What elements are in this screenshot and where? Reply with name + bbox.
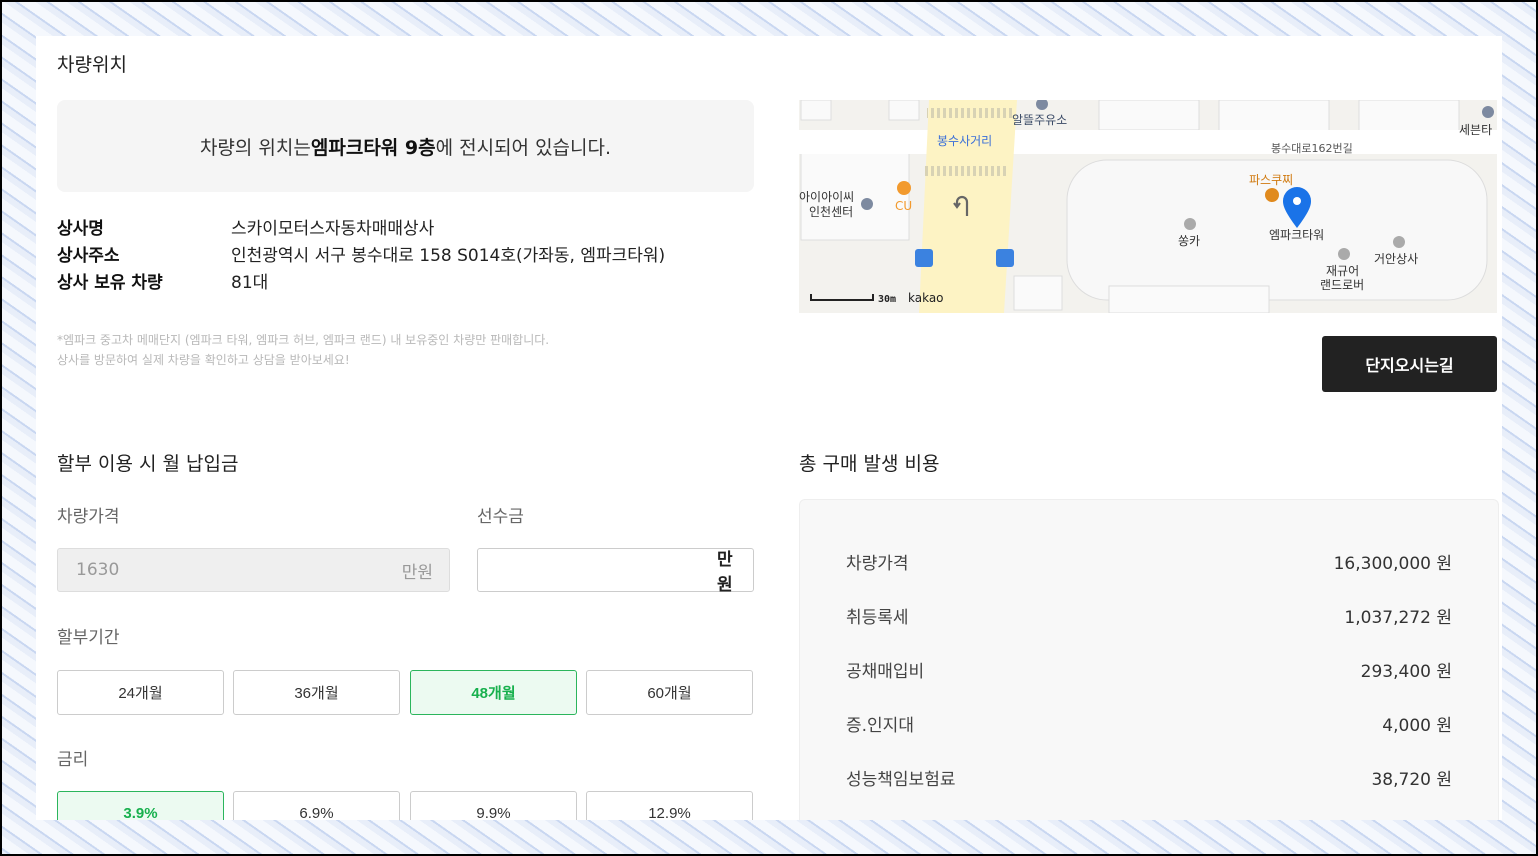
notice-location: 엠파크타워 9층: [310, 136, 436, 159]
cost-label: 공채매입비: [846, 662, 925, 682]
map-label-sebenta: 세븐타: [1459, 123, 1492, 137]
location-title: 차량위치: [57, 54, 127, 76]
location-notice: 차량의 위치는 엠파크타워 9층 에 전시되어 있습니다.: [57, 100, 754, 192]
kakao-logo: kakao: [908, 291, 944, 305]
map-label-empark: 엠파크타워: [1269, 228, 1324, 242]
map-label-gas: 알뜰주유소: [1012, 113, 1067, 127]
map-label-cu: CU: [895, 199, 912, 213]
map-road: [799, 130, 1497, 154]
pin-center: [1293, 197, 1301, 205]
cost-row-price: 차량가격 16,300,000 원: [846, 549, 1452, 574]
price-field: 만원: [57, 548, 450, 592]
poi-icon[interactable]: [1338, 248, 1350, 260]
period-option-60[interactable]: 60개월: [586, 670, 753, 715]
period-option-24[interactable]: 24개월: [57, 670, 224, 715]
map-label-center: 인천센터: [809, 204, 853, 219]
notice-prefix: 차량의 위치는: [199, 136, 311, 159]
total-cost-box: 차량가격 16,300,000 원 취등록세 1,037,272 원 공채매입비…: [799, 499, 1499, 820]
price-label: 차량가격: [57, 507, 120, 527]
rate-option-9-9[interactable]: 9.9%: [410, 791, 577, 820]
dealer-stock-label: 상사 보유 차량: [57, 273, 163, 293]
map-block: [1098, 100, 1200, 131]
cost-value: 293,400 원: [1360, 662, 1452, 682]
poi-icon[interactable]: [1184, 218, 1196, 230]
map-canvas[interactable]: 알뜰주유소 봉수사거리 봉수대로162번길 세븐타 아이아이씨 인천센터 CU …: [799, 100, 1497, 313]
fine-print-line: *엠파크 중고차 메매단지 (엠파크 타워, 엠파크 허브, 엠파크 랜드) 내…: [57, 333, 550, 347]
map-label-iisi: 아이아이씨: [799, 190, 854, 204]
poi-icon[interactable]: [1393, 236, 1405, 248]
period-option-36[interactable]: 36개월: [233, 670, 400, 715]
cost-value: 38,720 원: [1371, 770, 1452, 790]
map-block: [800, 100, 832, 121]
map-block: [1218, 100, 1330, 133]
poi-icon[interactable]: [1482, 106, 1494, 118]
map-label-landrover: 랜드로버: [1320, 278, 1364, 292]
down-payment-field[interactable]: 만원: [477, 548, 754, 595]
cost-row-bond: 공채매입비 293,400 원: [846, 657, 1452, 682]
dealer-address-value: 인천광역시 서구 봉수대로 158 S014호(가좌동, 엠파크타워): [231, 246, 666, 266]
dealer-address-label: 상사주소: [57, 246, 120, 266]
cost-label: 차량가격: [846, 554, 909, 574]
bus-stop-icon[interactable]: [915, 249, 933, 267]
period-option-48[interactable]: 48개월: [410, 670, 577, 715]
cost-label: 취등록세: [846, 608, 909, 628]
map-label-jaeguar: 재규어: [1326, 264, 1359, 278]
map-label-geoan: 거안상사: [1374, 252, 1418, 266]
down-payment-input[interactable]: [494, 559, 717, 581]
cost-label: 성능책임보험료: [846, 770, 956, 790]
map-block: [1013, 275, 1063, 311]
dealer-name-row: 상사명 스카이모터스자동차매매상사: [57, 216, 665, 243]
map-label-ssongka: 쏭카: [1178, 234, 1200, 248]
directions-button[interactable]: 단지오시는길: [1322, 336, 1497, 392]
map-label-road: 봉수대로162번길: [1271, 142, 1353, 155]
installment-title: 할부 이용 시 월 납입금: [57, 453, 239, 475]
dealer-stock-value: 81대: [231, 273, 269, 293]
cost-label: 증.인지대: [846, 716, 914, 736]
dealer-info: 상사명 스카이모터스자동차매매상사 상사주소 인천광역시 서구 봉수대로 158…: [57, 216, 665, 297]
dealer-address-row: 상사주소 인천광역시 서구 봉수대로 158 S014호(가좌동, 엠파크타워): [57, 243, 665, 270]
down-payment-unit: 만원: [717, 550, 733, 595]
dealer-stock-row: 상사 보유 차량 81대: [57, 270, 665, 297]
down-payment-label: 선수금: [477, 507, 524, 527]
fine-print: *엠파크 중고차 메매단지 (엠파크 타워, 엠파크 허브, 엠파크 랜드) 내…: [57, 330, 549, 370]
bus-stop-icon[interactable]: [996, 249, 1014, 267]
convenience-store-icon[interactable]: [897, 181, 911, 195]
map-label-crossroad: 봉수사거리: [937, 134, 992, 148]
map-crosswalk: [923, 166, 1009, 176]
dealer-name-label: 상사명: [57, 219, 104, 239]
rate-option-6-9[interactable]: 6.9%: [233, 791, 400, 820]
cost-value: 4,000 원: [1382, 716, 1452, 736]
cost-row-stamp: 증.인지대 4,000 원: [846, 711, 1452, 736]
cafe-icon[interactable]: [1265, 188, 1279, 202]
period-label: 할부기간: [57, 628, 120, 648]
vehicle-detail-card: 차량위치 차량의 위치는 엠파크타워 9층 에 전시되어 있습니다. 상사명 스카…: [36, 36, 1502, 820]
map-block: [888, 100, 920, 121]
price-input: [74, 559, 402, 581]
location-map[interactable]: 알뜰주유소 봉수사거리 봉수대로162번길 세븐타 아이아이씨 인천센터 CU …: [799, 100, 1497, 313]
total-cost-title: 총 구매 발생 비용: [799, 453, 940, 475]
notice-suffix: 에 전시되어 있습니다.: [435, 136, 612, 159]
map-label-paskucci: 파스쿠찌: [1249, 173, 1293, 187]
fine-print-line: 상사를 방문하여 실제 차량을 확인하고 상담을 받아보세요!: [57, 353, 350, 367]
cost-row-registration-tax: 취등록세 1,037,272 원: [846, 603, 1452, 628]
rate-option-12-9[interactable]: 12.9%: [586, 791, 753, 820]
map-crosswalk: [927, 108, 1013, 118]
poi-icon[interactable]: [861, 198, 873, 210]
cost-row-insurance: 성능책임보험료 38,720 원: [846, 765, 1452, 790]
rate-option-3-9[interactable]: 3.9%: [57, 791, 224, 820]
rate-label: 금리: [57, 750, 89, 770]
cost-value: 16,300,000 원: [1333, 554, 1452, 574]
dealer-name-value: 스카이모터스자동차매매상사: [231, 219, 435, 239]
cost-value: 1,037,272 원: [1344, 608, 1452, 628]
price-unit: 만원: [401, 562, 433, 583]
map-scale-label: 30m: [878, 294, 896, 305]
map-block: [1108, 285, 1270, 313]
